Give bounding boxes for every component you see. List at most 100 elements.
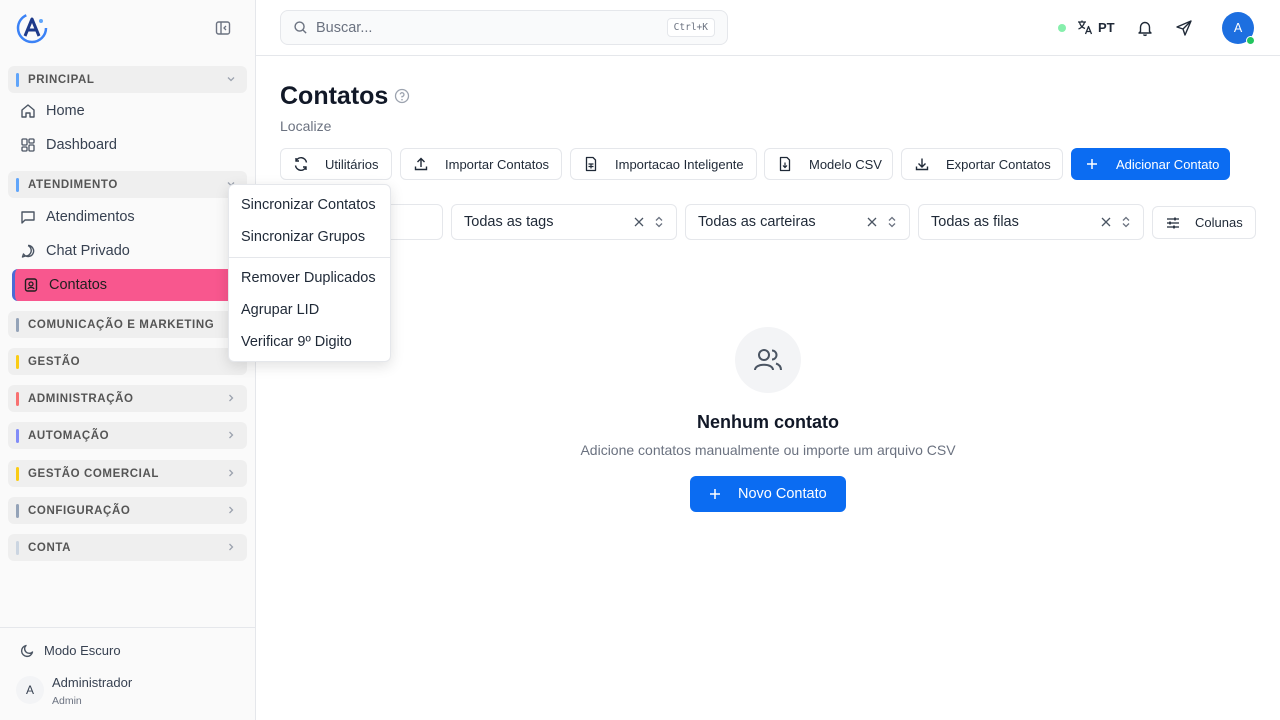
sidebar: PRINCIPAL Home Dashboard ATENDIMENTO Ate… [0,0,256,720]
sidebar-item-contatos[interactable]: Contatos [12,269,244,301]
button-label: Utilitários [325,156,379,172]
menu-item-remover-duplicados[interactable]: Remover Duplicados [241,270,376,286]
menu-item-agrupar-lid[interactable]: Agrupar LID [241,302,319,318]
refresh-icon [293,156,309,172]
button-label: Colunas [1195,215,1243,230]
chevrons-up-down-icon [885,215,899,229]
sidebar-group-gestao-comercial[interactable]: GESTÃO COMERCIAL [8,460,247,487]
chevrons-up-down-icon [1119,215,1133,229]
user-avatar[interactable]: A [16,676,44,704]
group-label: PRINCIPAL [28,73,95,86]
plus-icon [1084,156,1100,172]
sidebar-group-atendimento[interactable]: ATENDIMENTO [8,171,247,198]
group-label: ATENDIMENTO [28,178,118,191]
moon-icon [20,642,36,658]
chevron-right-icon [225,467,237,479]
message-square-icon [20,209,36,225]
bell-icon[interactable] [1136,19,1154,37]
colunas-button[interactable]: Colunas [1152,206,1256,239]
clear-icon[interactable] [632,215,646,229]
clear-icon[interactable] [1099,215,1113,229]
adicionar-contato-button[interactable]: Adicionar Contato [1071,148,1230,180]
novo-contato-button[interactable]: Novo Contato [690,476,846,512]
button-label: Adicionar Contato [1116,156,1220,172]
clear-icon[interactable] [865,215,879,229]
dark-mode-toggle[interactable]: Modo Escuro [20,642,121,658]
group-label: GESTÃO COMERCIAL [28,467,159,480]
group-label: ADMINISTRAÇÃO [28,392,134,405]
sidebar-group-comunicacao[interactable]: COMUNICAÇÃO E MARKETING [8,311,247,338]
carteiras-filter-value: Todas as carteiras [698,214,816,230]
menu-item-sincronizar-contatos[interactable]: Sincronizar Contatos [241,197,376,213]
page-subtitle: Localize [280,118,332,134]
button-label: Modelo CSV [809,156,882,172]
home-icon [20,103,36,119]
menu-item-verificar-digito[interactable]: Verificar 9º Digito [241,334,352,350]
group-label: COMUNICAÇÃO E MARKETING [28,318,215,331]
carteiras-filter-select[interactable]: Todas as carteiras [685,204,910,240]
sidebar-item-dashboard[interactable]: Dashboard [12,129,244,161]
sidebar-item-home[interactable]: Home [12,95,244,127]
group-label: AUTOMAÇÃO [28,429,110,442]
modelo-csv-button[interactable]: Modelo CSV [764,148,893,180]
sidebar-group-configuracao[interactable]: CONFIGURAÇÃO [8,497,247,524]
user-name: Administrador [52,675,133,690]
sidebar-group-gestao[interactable]: GESTÃO [8,348,247,375]
contact-icon [23,277,39,293]
group-color-bar [16,354,19,369]
sidebar-item-label: Home [46,103,85,119]
chevrons-up-down-icon [652,215,666,229]
help-circle-icon[interactable] [394,88,410,104]
plus-icon [708,487,722,501]
sidebar-group-conta[interactable]: CONTA [8,534,247,561]
topbar: Ctrl+K PT A [256,0,1280,56]
language-switcher[interactable]: PT [1076,18,1115,36]
connection-status-dot [1058,24,1066,32]
language-label: PT [1098,19,1115,35]
button-label: Importar Contatos [445,156,550,172]
sidebar-item-label: Chat Privado [46,243,130,259]
search-box[interactable]: Ctrl+K [280,10,728,45]
button-label: Novo Contato [738,486,827,502]
sidebar-item-label: Contatos [49,277,108,293]
group-color-bar [16,428,19,443]
sidebar-collapse-icon[interactable] [213,18,233,38]
sidebar-footer: Modo Escuro A Administrador Admin [0,627,255,720]
message-circle-icon [20,243,36,259]
search-input[interactable] [316,19,646,36]
sidebar-group-administracao[interactable]: ADMINISTRAÇÃO [8,385,247,412]
sidebar-group-automacao[interactable]: AUTOMAÇÃO [8,422,247,449]
sidebar-group-principal[interactable]: PRINCIPAL [8,66,247,93]
online-status-dot [1246,36,1255,45]
filas-filter-select[interactable]: Todas as filas [918,204,1144,240]
menu-divider [229,257,390,258]
chevron-right-icon [225,392,237,404]
translate-icon [1076,18,1094,36]
group-color-bar [16,317,19,332]
group-color-bar [16,540,19,555]
download-icon [914,156,930,172]
chevron-down-icon [225,73,237,85]
group-color-bar [16,503,19,518]
app-logo[interactable] [16,12,48,44]
sidebar-item-chat-privado[interactable]: Chat Privado [12,235,244,267]
exportar-contatos-button[interactable]: Exportar Contatos [901,148,1063,180]
sidebar-item-atendimentos[interactable]: Atendimentos [12,201,244,233]
empty-state-icon-circle [735,327,801,393]
group-color-bar [16,391,19,406]
sidebar-item-label: Atendimentos [46,209,135,225]
group-label: CONFIGURAÇÃO [28,504,131,517]
tags-filter-select[interactable]: Todas as tags [451,204,677,240]
utilitarios-button[interactable]: Utilitários [280,148,392,180]
menu-item-sincronizar-grupos[interactable]: Sincronizar Grupos [241,229,365,245]
importacao-inteligente-button[interactable]: Importacao Inteligente [570,148,757,180]
users-icon [752,344,784,376]
empty-state-title: Nenhum contato [697,412,839,432]
dark-mode-label: Modo Escuro [44,642,121,658]
importar-contatos-button[interactable]: Importar Contatos [400,148,562,180]
group-color-bar [16,72,19,87]
chevron-right-icon [225,541,237,553]
group-label: GESTÃO [28,355,81,368]
file-download-icon [777,156,793,172]
send-icon[interactable] [1175,19,1193,37]
